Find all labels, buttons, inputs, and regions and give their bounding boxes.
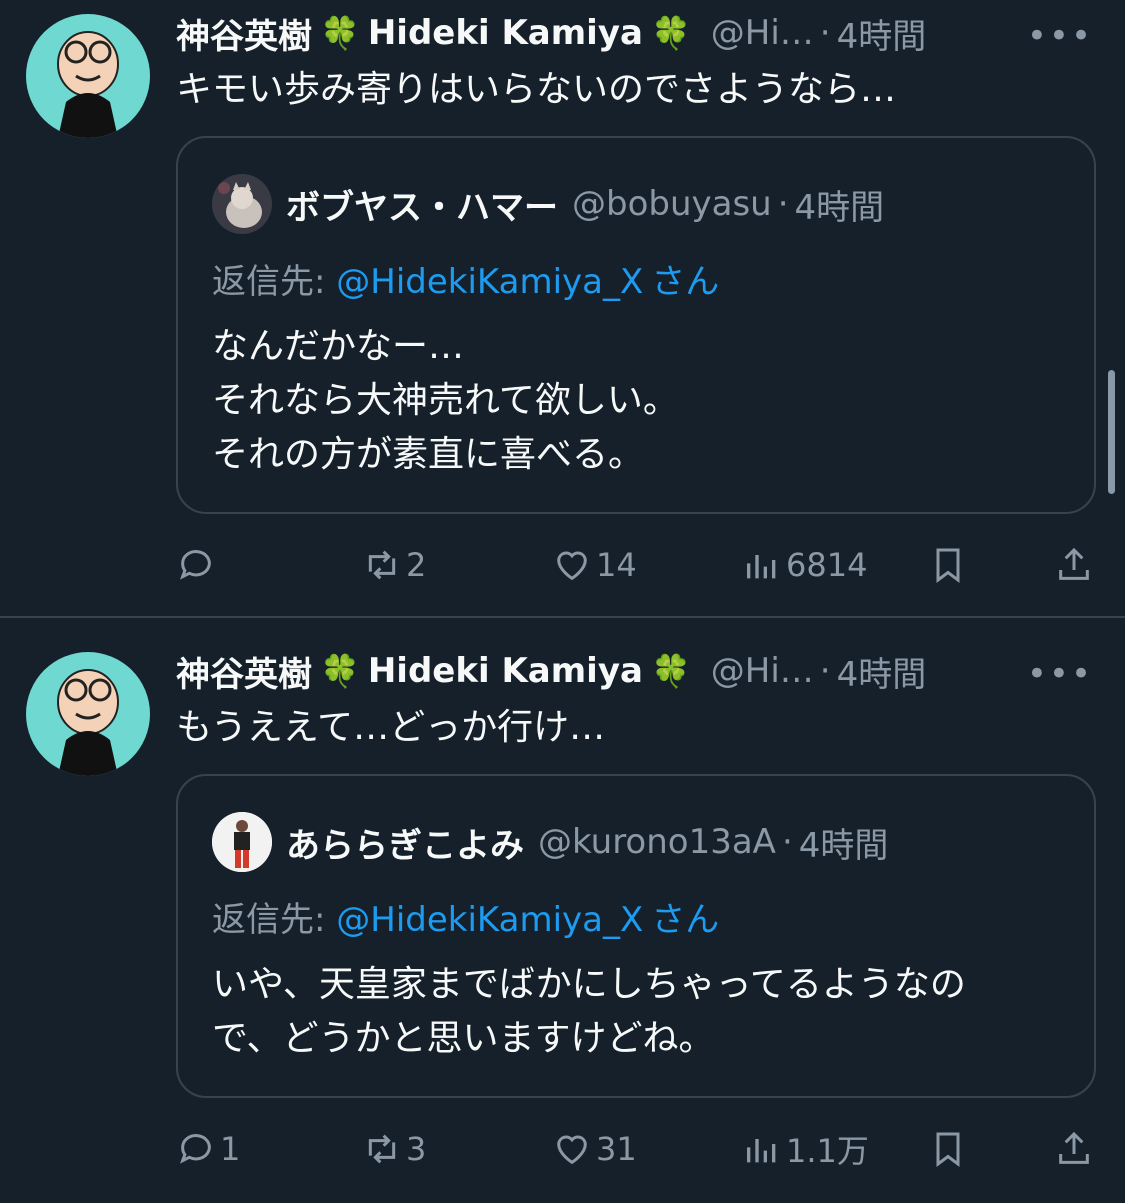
quote-avatar[interactable]	[212, 812, 272, 872]
views-count: 1.1万	[786, 1132, 869, 1170]
reply-prefix: 返信先:	[212, 900, 337, 940]
separator-dot: ·	[781, 822, 793, 862]
clover-icon: 🍀	[650, 652, 691, 690]
bookmark-button[interactable]	[928, 540, 972, 590]
more-options-icon[interactable]: •••	[1027, 654, 1093, 694]
reply-suffix: さん	[651, 900, 720, 940]
share-button[interactable]	[1054, 1124, 1098, 1174]
quote-line: それなら大神売れて欲しい。	[212, 380, 679, 421]
more-options-icon[interactable]: •••	[1027, 16, 1093, 56]
clover-icon: 🍀	[320, 652, 360, 690]
share-button[interactable]	[1054, 540, 1098, 590]
tweet-actions: 2 14 6814	[176, 540, 1096, 590]
reply-count: 1	[220, 1130, 241, 1168]
tweet-text: キモい歩み寄りはいらないのでさようなら…	[176, 69, 897, 110]
avatar-illustration-icon	[57, 31, 119, 138]
avatar[interactable]	[26, 652, 150, 776]
separator-dot: ·	[819, 13, 831, 53]
tweet-text: もうええて…どっか行け…	[176, 707, 606, 748]
heart-icon	[557, 1135, 587, 1165]
bookmark-icon	[936, 548, 960, 583]
retweet-icon	[368, 550, 396, 580]
share-icon	[1059, 547, 1089, 580]
views-button[interactable]: 6814	[742, 540, 867, 590]
avatar-illustration-icon	[57, 669, 119, 776]
quoted-tweet[interactable]: ボブヤス・ハマー @bobuyasu · 4時間 返信先: @HidekiKam…	[176, 136, 1096, 514]
quote-author-handle[interactable]: @bobuyasu	[572, 184, 772, 224]
quote-timestamp[interactable]: 4時間	[795, 180, 885, 229]
separator-dot: ·	[777, 184, 789, 224]
tweet-actions: 1 3 31 1.1万	[176, 1124, 1096, 1174]
author-name-en[interactable]: Hideki Kamiya	[368, 13, 643, 53]
reply-mention[interactable]: @HidekiKamiya_X	[336, 900, 643, 940]
reply-mention[interactable]: @HidekiKamiya_X	[336, 262, 643, 302]
views-icon	[747, 1139, 776, 1163]
clover-icon: 🍀	[320, 14, 360, 52]
retweet-button[interactable]: 2	[362, 540, 426, 590]
author-name[interactable]: 神谷英樹	[176, 647, 312, 696]
bookmark-button[interactable]	[928, 1124, 972, 1174]
quote-avatar[interactable]	[212, 174, 272, 234]
reply-to-line: 返信先: @HidekiKamiya_X さん	[212, 254, 719, 303]
reply-icon	[179, 1134, 211, 1164]
reply-button[interactable]	[176, 540, 220, 590]
author-handle[interactable]: @Hi…	[711, 651, 814, 691]
reply-prefix: 返信先:	[212, 262, 337, 302]
bookmark-icon	[936, 1132, 960, 1167]
author-handle[interactable]: @Hi…	[711, 13, 814, 53]
person-avatar-icon	[212, 812, 272, 872]
cat-avatar-icon	[212, 174, 272, 234]
reply-to-line: 返信先: @HidekiKamiya_X さん	[212, 892, 719, 941]
share-icon	[1059, 1131, 1089, 1164]
like-count: 31	[596, 1130, 637, 1168]
views-icon	[747, 555, 776, 579]
reply-suffix: さん	[651, 262, 720, 302]
quote-header: あららぎこよみ @kurono13aA · 4時間	[212, 810, 888, 874]
clover-icon: 🍀	[650, 14, 691, 52]
timestamp[interactable]: 4時間	[837, 9, 927, 58]
views-button[interactable]: 1.1万	[742, 1124, 869, 1174]
quote-author-handle[interactable]: @kurono13aA	[538, 822, 776, 862]
tweet-header: 神谷英樹 🍀 Hideki Kamiya 🍀 @Hi… · 4時間	[176, 646, 1106, 696]
quote-header: ボブヤス・ハマー @bobuyasu · 4時間	[212, 172, 884, 236]
like-count: 14	[596, 546, 637, 584]
reply-icon	[179, 550, 211, 580]
heart-icon	[557, 551, 587, 581]
like-button[interactable]: 14	[552, 540, 637, 590]
author-name-en[interactable]: Hideki Kamiya	[368, 651, 643, 691]
views-count: 6814	[786, 546, 868, 584]
reply-button[interactable]: 1	[176, 1124, 240, 1174]
retweet-icon	[368, 1134, 396, 1164]
tweet[interactable]: 神谷英樹 🍀 Hideki Kamiya 🍀 @Hi… · 4時間 ••• キモ…	[0, 0, 1125, 616]
retweet-count: 2	[406, 546, 427, 584]
quoted-tweet[interactable]: あららぎこよみ @kurono13aA · 4時間 返信先: @HidekiKa…	[176, 774, 1096, 1098]
scrollbar[interactable]	[1108, 370, 1115, 494]
like-button[interactable]: 31	[552, 1124, 637, 1174]
tweet-header: 神谷英樹 🍀 Hideki Kamiya 🍀 @Hi… · 4時間	[176, 8, 1106, 58]
timestamp[interactable]: 4時間	[837, 647, 927, 696]
quote-line: で、どうかと思いますけどね。	[212, 1018, 715, 1059]
retweet-button[interactable]: 3	[362, 1124, 426, 1174]
separator-dot: ·	[819, 651, 831, 691]
quote-line: それの方が素直に喜べる。	[212, 434, 645, 475]
quote-text: なんだかなー… それなら大神売れて欲しい。 それの方が素直に喜べる。	[212, 320, 679, 482]
avatar[interactable]	[26, 14, 150, 138]
quote-line: いや、天皇家までばかにしちゃってるようなの	[212, 964, 966, 1005]
tweet[interactable]: 神谷英樹 🍀 Hideki Kamiya 🍀 @Hi… · 4時間 ••• もう…	[0, 618, 1125, 1203]
quote-author-name[interactable]: あららぎこよみ	[286, 818, 524, 867]
quote-text: いや、天皇家までばかにしちゃってるようなの で、どうかと思いますけどね。	[212, 958, 966, 1066]
author-name[interactable]: 神谷英樹	[176, 9, 312, 58]
quote-line: なんだかなー…	[212, 326, 465, 367]
quote-author-name[interactable]: ボブヤス・ハマー	[286, 180, 558, 229]
quote-timestamp[interactable]: 4時間	[799, 818, 889, 867]
retweet-count: 3	[406, 1130, 427, 1168]
